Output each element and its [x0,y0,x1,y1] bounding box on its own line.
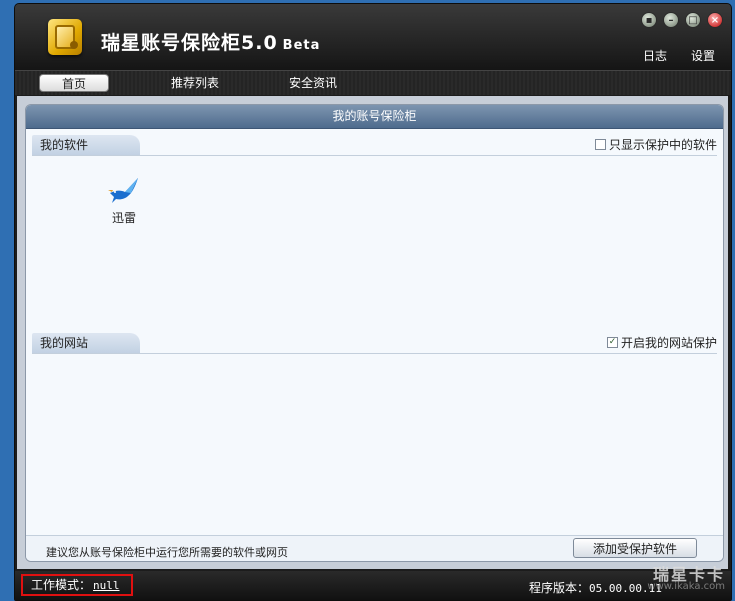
title-bar: 瑞星账号保险柜5.0 Beta ▪ – □ × 日志 设置 [15,4,731,70]
log-link[interactable]: 日志 [643,47,667,64]
nav-bar: 首页 推荐列表 安全资讯 [15,70,731,95]
window-controls: ▪ – □ × [641,12,723,28]
tab-recommended-list[interactable]: 推荐列表 [165,74,225,92]
show-protected-only-checkbox[interactable] [594,139,606,150]
software-section-label: 我的软件 [32,135,140,155]
website-protection-label: 开启我的网站保护 [620,336,717,350]
main-content: 我的账号保险柜 我的软件 只显示保护中的软件 迅雷 我的网站 ✓ 开启我的网站保… [17,96,728,569]
app-item-label: 迅雷 [111,211,136,225]
settings-link[interactable]: 设置 [691,47,715,64]
version-info: 程序版本：05.00.00.11 [529,579,662,596]
work-mode-indicator: 工作模式： null [21,574,133,596]
status-bar: 工作模式： null 程序版本：05.00.00.11 瑞星卡卡 www.ikak… [15,565,731,600]
app-title: 瑞星账号保险柜5.0 Beta [101,32,321,54]
tip-text: 建议您从账号保险柜中运行您所需要的软件或网页 [46,546,288,559]
add-protected-software-button[interactable]: 添加受保护软件 [573,538,697,558]
safe-logo-icon [48,19,82,55]
website-section-header: 我的网站 ✓ 开启我的网站保护 [32,333,717,354]
vault-panel: 我的账号保险柜 我的软件 只显示保护中的软件 迅雷 我的网站 ✓ 开启我的网站保… [25,104,724,562]
website-section-label: 我的网站 [32,333,140,353]
work-mode-label: 工作模式： [31,578,92,592]
show-protected-only-option[interactable]: 只显示保护中的软件 [594,136,717,153]
software-section-header: 我的软件 只显示保护中的软件 [32,135,717,156]
show-protected-only-label: 只显示保护中的软件 [608,138,717,152]
version-label: 程序版本： [529,581,590,595]
beta-label: Beta [282,38,321,53]
work-mode-value[interactable]: null [93,579,120,592]
website-protection-option[interactable]: ✓ 开启我的网站保护 [606,334,717,351]
tab-home[interactable]: 首页 [39,74,109,92]
panel-footer: 建议您从账号保险柜中运行您所需要的软件或网页 添加受保护软件 [26,535,723,561]
xunlei-bird-icon [108,178,138,203]
app-item-xunlei[interactable]: 迅雷 [104,175,144,226]
panel-title: 我的账号保险柜 [26,105,723,129]
minimize-icon[interactable]: – [663,12,679,28]
tab-security-news[interactable]: 安全资讯 [283,74,343,92]
pin-icon[interactable]: ▪ [641,12,657,28]
app-window: 瑞星账号保险柜5.0 Beta ▪ – □ × 日志 设置 首页 推荐列表 安全资… [14,3,732,601]
maximize-icon[interactable]: □ [685,12,701,28]
version-value: 05.00.00.11 [589,582,662,595]
close-icon[interactable]: × [707,12,723,28]
website-protection-checkbox[interactable]: ✓ [606,337,618,348]
